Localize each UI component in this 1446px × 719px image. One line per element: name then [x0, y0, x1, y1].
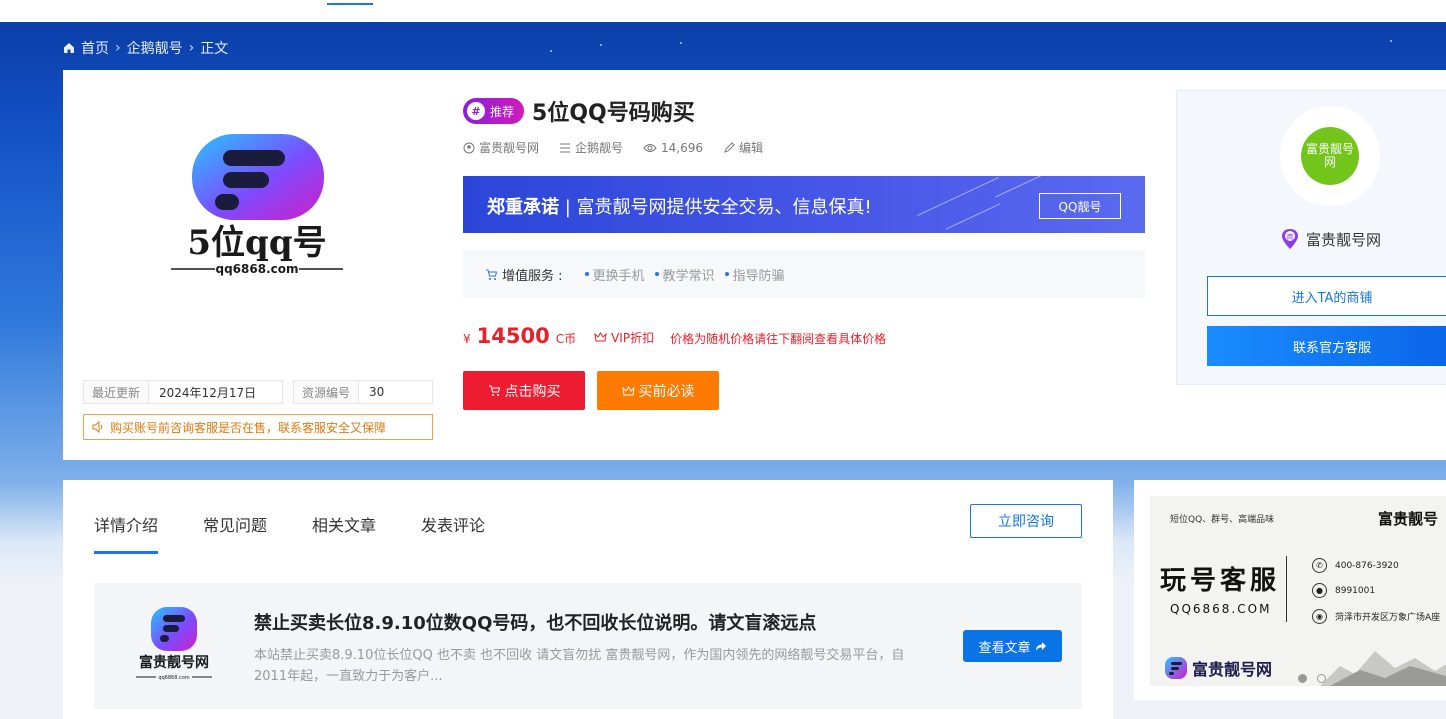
ad-phone: ✆ 400-876-3920 — [1312, 558, 1399, 573]
tab-details[interactable]: 详情介绍 — [94, 512, 159, 554]
shop-avatar[interactable]: 富贵靓号网 — [1280, 106, 1380, 206]
location-icon: ◉ — [1312, 609, 1327, 624]
meta-row: 最近更新 2024年12月17日 资源编号 30 — [83, 380, 433, 404]
ad-tagline: 短位QQ、群号、高端品味 — [1170, 515, 1275, 525]
pencil-icon — [724, 141, 735, 153]
buy-button[interactable]: 点击购买 — [463, 371, 585, 410]
phone-icon: ✆ — [1312, 558, 1327, 573]
info-row: 富贵靓号网 企鹅靓号 14,696 编辑 — [463, 139, 763, 156]
promise-banner: 郑重承诺 | 富贵靓号网提供安全交易、信息保真! QQ靓号 — [463, 176, 1145, 233]
cart-icon — [486, 269, 498, 280]
svg-text:qq6868.com: qq6868.com — [216, 262, 299, 276]
value-added-services: 增值服务 : 更换手机 教学常识 指导防骗 — [463, 250, 1145, 298]
breadcrumb-category[interactable]: 企鹅靓号 — [127, 38, 183, 58]
edit-link[interactable]: 编辑 — [723, 139, 763, 156]
svg-text:5位qq号: 5位qq号 — [187, 223, 326, 263]
view-count: 14,696 — [643, 141, 703, 155]
eye-icon — [643, 143, 657, 152]
svg-text:富贵靓号网: 富贵靓号网 — [139, 654, 209, 671]
service-item: 指导防骗 — [725, 265, 785, 284]
recommend-badge: # 推荐 — [463, 98, 525, 124]
svg-text:qq6868.com: qq6868.com — [158, 675, 189, 681]
tab-related[interactable]: 相关文章 — [312, 512, 376, 554]
tab-faq[interactable]: 常见问题 — [203, 512, 267, 554]
must-read-button[interactable]: 买前必读 — [597, 371, 719, 410]
ad-domain: QQ6868.COM — [1170, 602, 1272, 616]
carousel-dots — [1298, 674, 1326, 683]
service-item: 更换手机 — [585, 265, 645, 284]
page-title: 5位QQ号码购买 — [532, 101, 695, 126]
banner-text: 郑重承诺 | 富贵靓号网提供安全交易、信息保真! — [487, 197, 872, 218]
breadcrumb-home[interactable]: 首页 — [81, 38, 109, 58]
vip-discount[interactable]: VIP折扣 — [594, 329, 654, 346]
article-title[interactable]: 禁止买卖长位8.9.10位数QQ号码，也不回收长位说明。请文盲滚远点 — [254, 609, 816, 635]
resource-id-box: 资源编号 30 — [293, 380, 433, 404]
title-row: # 推荐 5位QQ号码购买 — [463, 95, 695, 127]
svg-text:商: 商 — [1287, 232, 1294, 241]
price-row: ¥ 14500 C币 VIP折扣 价格为随机价格请往下翻阅查看具体价格 — [463, 324, 886, 348]
crown-icon — [621, 385, 635, 395]
resource-id-value: 30 — [369, 385, 385, 399]
user-icon — [463, 142, 475, 153]
avatar: 富贵靓号网 — [1301, 127, 1359, 185]
author[interactable]: 富贵靓号网 — [463, 139, 539, 156]
brand-logo-icon — [1165, 657, 1187, 679]
view-article-button[interactable]: 查看文章 — [963, 630, 1062, 662]
ad-big-text: 玩号客服 — [1160, 566, 1281, 596]
category-link[interactable]: 企鹅靓号 — [559, 139, 623, 156]
ad-qq: ● 8991001 — [1312, 583, 1375, 598]
resource-id-label: 资源编号 — [294, 381, 360, 403]
enter-shop-button[interactable]: 进入TA的商铺 — [1207, 276, 1446, 316]
updated-box: 最近更新 2024年12月17日 — [83, 380, 283, 404]
price-unit: C币 — [555, 332, 577, 346]
divider — [1286, 556, 1287, 622]
product-logo: 5位qq号 qq6868.com — [171, 134, 343, 276]
contact-service-button[interactable]: 联系官方客服 — [1207, 326, 1446, 366]
ad-brand-cn: 富贵靓号 — [1378, 510, 1439, 528]
chat-icon: ● — [1312, 583, 1327, 598]
list-icon — [560, 143, 571, 152]
purchase-notice: 购买账号前咨询客服是否在售，联系客服安全又保障 — [83, 414, 433, 440]
consult-button[interactable]: 立即咨询 — [970, 504, 1082, 538]
banner-tag[interactable]: QQ靓号 — [1039, 193, 1121, 219]
carousel-dot[interactable] — [1317, 674, 1326, 683]
notice-text: 购买账号前咨询客服是否在售，联系客服安全又保障 — [110, 420, 387, 435]
content-tabs: 详情介绍 常见问题 相关文章 发表评论 — [94, 512, 485, 554]
carousel-dot[interactable] — [1298, 674, 1307, 683]
service-item: 教学常识 — [655, 265, 715, 284]
top-nav-bar — [0, 0, 1446, 22]
updated-label: 最近更新 — [84, 381, 150, 403]
active-nav-indicator — [327, 3, 373, 5]
mountain-illustration — [1320, 651, 1446, 686]
chevron-right-icon: › — [188, 40, 195, 56]
breadcrumb-current: 正文 — [200, 41, 229, 57]
price-value: 14500 — [476, 324, 550, 348]
crown-icon — [594, 332, 607, 342]
chevron-right-icon: › — [115, 40, 121, 56]
services-label: 增值服务 : — [485, 265, 563, 284]
ad-banner[interactable]: 短位QQ、群号、高端品味 富贵靓号 玩号客服 QQ6868.COM ✆ 400-8… — [1150, 496, 1446, 686]
hash-icon: # — [467, 102, 485, 120]
home-icon — [64, 43, 74, 53]
updated-value: 2024年12月17日 — [159, 385, 257, 400]
shop-badge-icon: 商 — [1282, 229, 1298, 249]
price-note: 价格为随机价格请往下翻阅查看具体价格 — [670, 332, 887, 346]
share-arrow-icon — [1035, 641, 1046, 651]
cart-icon — [488, 385, 500, 396]
currency-symbol: ¥ — [463, 332, 471, 346]
ad-address: ◉ 菏泽市开发区万象广场A座 — [1312, 609, 1440, 624]
breadcrumb: 首页 › 企鹅靓号 › 正文 — [63, 38, 228, 58]
article-card[interactable]: 富贵靓号网 qq6868.com 禁止买卖长位8.9.10位数QQ号码，也不回收… — [94, 583, 1082, 709]
badge-label: 推荐 — [490, 104, 515, 119]
article-logo: 富贵靓号网 qq6868.com — [136, 607, 212, 681]
speaker-icon — [92, 421, 103, 433]
ad-brand: 富贵靓号网 — [1164, 656, 1272, 680]
tab-comment[interactable]: 发表评论 — [421, 512, 485, 554]
article-desc: 本站禁止买卖8.9.10位长位QQ 也不卖 也不回收 请文盲勿扰 富贵靓号网，作… — [254, 648, 905, 684]
shop-name[interactable]: 商 富贵靓号网 — [1280, 228, 1381, 250]
